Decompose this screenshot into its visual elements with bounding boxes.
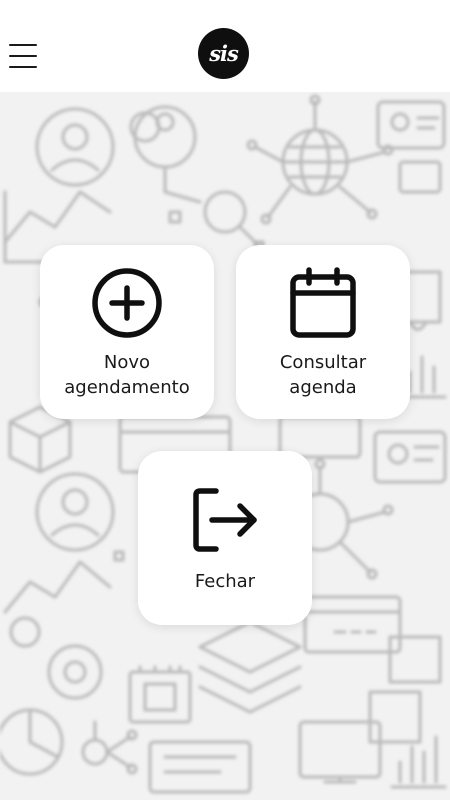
- view-agenda-label: Consultar agenda: [279, 352, 367, 398]
- logo-text: sis: [209, 41, 239, 66]
- app-header: sis: [0, 0, 450, 92]
- logout-icon: [192, 487, 258, 557]
- menu-line: [9, 55, 37, 57]
- view-agenda-button[interactable]: Consultar agenda: [236, 245, 410, 419]
- menu-line: [9, 66, 37, 68]
- close-button[interactable]: Fechar: [138, 451, 312, 625]
- calendar-icon: [287, 267, 359, 343]
- hamburger-menu-icon[interactable]: [6, 40, 40, 74]
- app-logo: sis: [198, 28, 249, 79]
- plus-circle-icon: [91, 267, 163, 343]
- background-pattern: [0, 92, 450, 800]
- close-label: Fechar: [194, 571, 256, 592]
- menu-line: [9, 44, 37, 46]
- new-appointment-label: Novo agendamento: [64, 352, 190, 398]
- new-appointment-button[interactable]: Novo agendamento: [40, 245, 214, 419]
